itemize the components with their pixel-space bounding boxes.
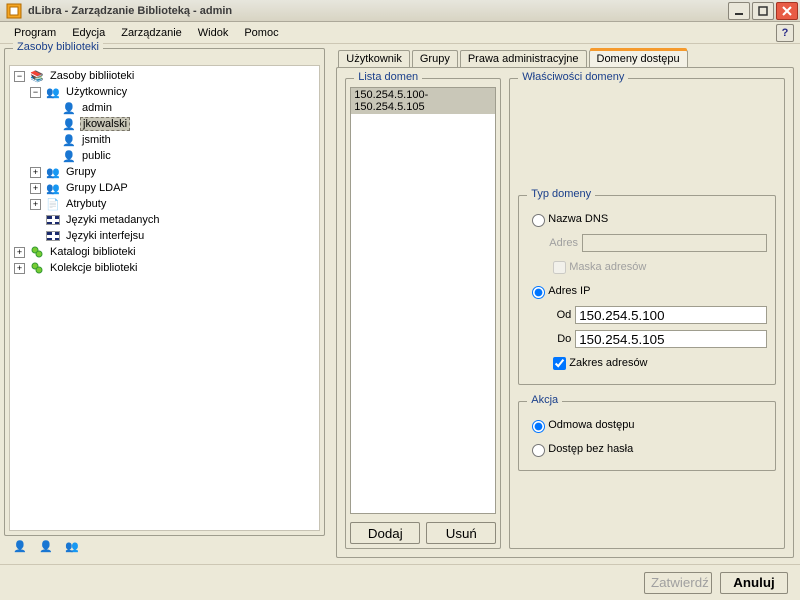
label-do: Do [549,333,571,345]
tree-user-public[interactable]: 👤public [46,148,319,164]
left-pane: Zasoby biblioteki − 📚 Zasoby bibliioteki [4,48,325,558]
label-adres: Adres [549,237,578,249]
radio-nazwa-dns[interactable] [532,214,545,227]
collapse-icon[interactable]: − [14,71,25,82]
tree-user-jkowalski[interactable]: 👤jkowalski [46,116,319,132]
user-tool-icon[interactable]: 👤 [12,538,28,554]
catalogs-icon [29,244,45,260]
input-od[interactable] [575,306,767,324]
collapse-icon[interactable]: − [30,87,41,98]
tab-content-domeny: Lista domen 150.254.5.100-150.254.5.105 … [336,67,794,558]
app-icon [6,3,22,19]
label-nazwa-dns: Nazwa DNS [548,213,608,225]
input-do[interactable] [575,330,767,348]
flag-icon [45,212,61,228]
typ-legend: Typ domeny [527,188,595,200]
user-icon: 👤 [61,116,77,132]
tree-label: jkowalski [80,117,130,131]
radio-odmowa[interactable] [532,420,545,433]
check-zakres[interactable] [553,357,566,370]
tree-label: Użytkownicy [64,86,129,98]
menu-program[interactable]: Program [6,25,64,41]
user-icon: 👤 [61,100,77,116]
label-od: Od [549,309,571,321]
left-toolbar: 👤 👤 👥 [4,536,325,558]
users-tool-icon[interactable]: 👥 [64,538,80,554]
label-odmowa: Odmowa dostępu [548,419,634,431]
tree-user-jsmith[interactable]: 👤jsmith [46,132,319,148]
tree-atrybuty[interactable]: +📄Atrybuty [30,196,319,212]
zatwierdz-button[interactable]: Zatwierdź [644,572,712,594]
resources-icon: 📚 [29,68,45,84]
label-maska: Maska adresów [569,261,646,273]
user-icon: 👤 [61,132,77,148]
user-icon: 👤 [61,148,77,164]
tree-label: public [80,150,113,162]
window-title: dLibra - Zarządzanie Biblioteką - admin [26,5,726,17]
menu-widok[interactable]: Widok [190,25,237,41]
check-maska [553,261,566,274]
bottom-bar: Zatwierdź Anuluj [0,564,800,600]
groups-ldap-icon: 👥 [45,180,61,196]
tree-jezyki-meta[interactable]: Języki metadanych [30,212,319,228]
usun-button[interactable]: Usuń [426,522,496,544]
tree-kolekcje[interactable]: +Kolekcje biblioteki [14,260,319,276]
tree-user-admin[interactable]: 👤admin [46,100,319,116]
user-add-icon[interactable]: 👤 [38,538,54,554]
label-zakres: Zakres adresów [569,357,647,369]
tab-prawa[interactable]: Prawa administracyjne [460,50,587,67]
tree-root[interactable]: − 📚 Zasoby bibliioteki [14,68,319,84]
main-area: Zasoby biblioteki − 📚 Zasoby bibliioteki [0,44,800,562]
wlasciwosci-panel: Właściwości domeny Typ domeny Nazwa DNS … [509,78,785,549]
lista-item[interactable]: 150.254.5.100-150.254.5.105 [351,88,495,114]
lista-domen-panel: Lista domen 150.254.5.100-150.254.5.105 … [345,78,501,549]
lista-domen-list[interactable]: 150.254.5.100-150.254.5.105 [350,87,496,514]
tree-label: admin [80,102,114,114]
tree-katalogi[interactable]: +Katalogi biblioteki [14,244,319,260]
typ-domeny-panel: Typ domeny Nazwa DNS Adres Maska adresów [518,195,776,385]
tree-jezyki-ui[interactable]: Języki interfejsu [30,228,319,244]
radio-bez-hasla[interactable] [532,444,545,457]
users-icon: 👥 [45,84,61,100]
tab-domeny[interactable]: Domeny dostępu [589,50,688,67]
akcja-legend: Akcja [527,394,562,406]
radio-adres-ip[interactable] [532,286,545,299]
tree-grupy-ldap[interactable]: +👥Grupy LDAP [30,180,319,196]
wlasciwosci-legend: Właściwości domeny [518,71,628,83]
tree-label: jsmith [80,134,113,146]
tree-grupy[interactable]: +👥Grupy [30,164,319,180]
tab-uzytkownik[interactable]: Użytkownik [338,50,410,67]
left-legend: Zasoby biblioteki [13,41,103,53]
anuluj-button[interactable]: Anuluj [720,572,788,594]
input-adres [582,234,767,252]
flag-icon [45,228,61,244]
menubar: Program Edycja Zarządzanie Widok Pomoc ? [0,22,800,44]
attributes-icon: 📄 [45,196,61,212]
tree-label: Zasoby bibliioteki [48,70,136,82]
dodaj-button[interactable]: Dodaj [350,522,420,544]
tree-users[interactable]: − 👥 Użytkownicy [30,84,319,100]
groups-icon: 👥 [45,164,61,180]
maximize-button[interactable] [752,2,774,20]
tab-grupy[interactable]: Grupy [412,50,458,67]
help-icon[interactable]: ? [776,24,794,42]
close-button[interactable] [776,2,798,20]
minimize-button[interactable] [728,2,750,20]
label-adres-ip: Adres IP [548,285,590,297]
tabstrip: Użytkownik Grupy Prawa administracyjne D… [334,48,796,67]
lista-legend: Lista domen [354,71,422,83]
collections-icon [29,260,45,276]
menu-pomoc[interactable]: Pomoc [236,25,286,41]
menu-edycja[interactable]: Edycja [64,25,113,41]
right-pane: Użytkownik Grupy Prawa administracyjne D… [330,48,796,558]
menu-zarzadzanie[interactable]: Zarządzanie [113,25,190,41]
titlebar: dLibra - Zarządzanie Biblioteką - admin [0,0,800,22]
label-bez-hasla: Dostęp bez hasła [548,443,633,455]
akcja-panel: Akcja Odmowa dostępu Dostęp bez hasła [518,401,776,471]
tree-view[interactable]: − 📚 Zasoby bibliioteki − 👥 Użytkownicy [9,65,320,531]
